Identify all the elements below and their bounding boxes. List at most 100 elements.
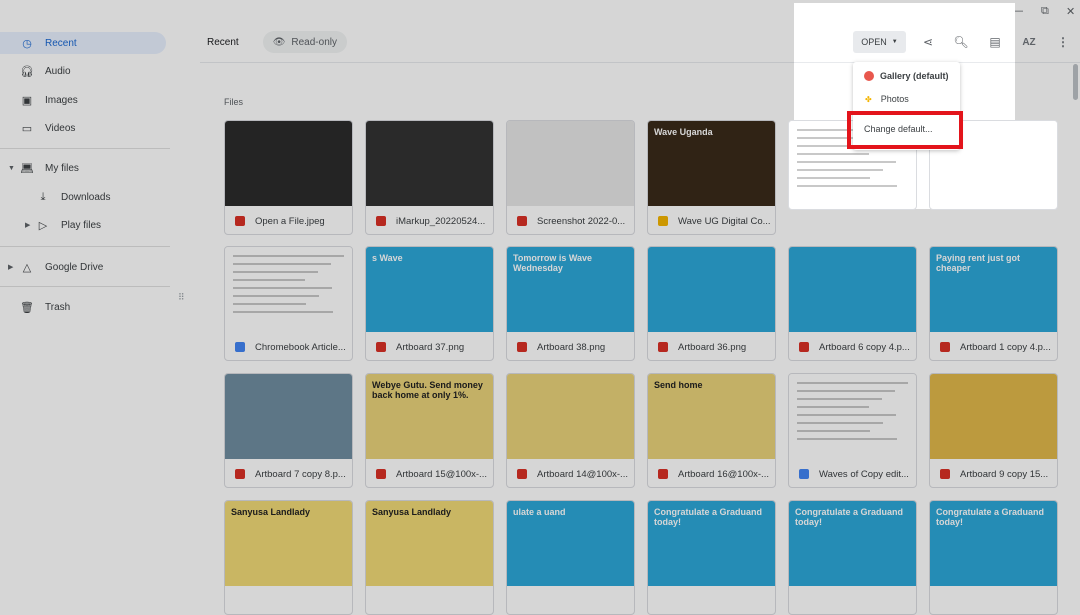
file-card[interactable]: Artboard 14@100x-... (506, 373, 635, 488)
file-card[interactable]: iMarkup_20220524... (365, 120, 494, 235)
caret-right-icon[interactable]: ▶ (8, 263, 13, 271)
file-thumbnail (225, 121, 352, 206)
file-thumbnail (507, 374, 634, 459)
file-label: Artboard 36.png (648, 332, 775, 360)
file-card[interactable]: Artboard 6 copy 4.p... (788, 246, 917, 361)
file-thumbnail (789, 374, 916, 459)
image-file-icon (376, 216, 386, 226)
file-label: iMarkup_20220524... (366, 206, 493, 234)
image-file-icon (658, 469, 668, 479)
thumbnail-caption: s Wave (372, 253, 403, 263)
caret-right-icon[interactable]: ▶ (25, 221, 30, 229)
doc-file-icon (235, 342, 245, 352)
doc-line (797, 153, 869, 155)
doc-line (797, 406, 869, 408)
doc-line (233, 255, 344, 257)
open-button[interactable]: OPEN ▼ (853, 31, 906, 53)
file-card[interactable]: Wave Uganda Wave UG Digital Co... (647, 120, 776, 235)
divider (0, 246, 170, 247)
file-card[interactable]: Tomorrow is Wave Wednesday Artboard 38.pn… (506, 246, 635, 361)
doc-line (797, 422, 883, 424)
file-name: Chromebook Article... (255, 341, 346, 353)
file-thumbnail: Congratulate a Graduand today! (648, 501, 775, 586)
image-file-icon (376, 469, 386, 479)
thumbnail-caption: Paying rent just got cheaper (936, 253, 1021, 273)
image-icon: ▣ (21, 94, 33, 107)
file-card[interactable]: Congratulate a Graduand today! (647, 500, 776, 615)
file-card[interactable]: Screenshot 2022-0... (506, 120, 635, 235)
file-label: Artboard 15@100x-... (366, 459, 493, 487)
share-icon[interactable]: ⋖ (918, 31, 938, 53)
file-name: Artboard 38.png (537, 341, 606, 353)
file-card[interactable]: Artboard 9 copy 15... (929, 373, 1058, 488)
grid-view-icon[interactable]: ▤ (985, 31, 1005, 53)
more-icon[interactable]: ⋮ (1053, 31, 1073, 53)
file-name: Open a File.jpeg (255, 215, 325, 227)
file-label: Artboard 37.png (366, 332, 493, 360)
doc-line (797, 177, 870, 179)
file-card[interactable]: Sanyusa Landlady (224, 500, 353, 615)
eye-icon: 👁︎ (272, 36, 286, 48)
file-card[interactable]: Chromebook Article... (224, 246, 353, 361)
slides-file-icon (658, 216, 668, 226)
file-thumbnail: Send home (648, 374, 775, 459)
thumbnail-caption: Webye Gutu. Send money back home at only… (372, 380, 483, 400)
sort-icon[interactable]: AZ (1019, 31, 1039, 53)
doc-line (233, 263, 331, 265)
file-thumbnail (225, 374, 352, 459)
file-card[interactable]: Artboard 7 copy 8.p... (224, 373, 353, 488)
file-card[interactable]: Sanyusa Landlady (365, 500, 494, 615)
file-thumbnail (648, 247, 775, 332)
image-file-icon (376, 342, 386, 352)
thumbnail-caption: Congratulate a Graduand today! (936, 507, 1045, 527)
image-file-icon (940, 342, 950, 352)
file-label: Artboard 14@100x-... (507, 459, 634, 487)
video-icon: ▭ (21, 122, 33, 135)
file-card[interactable]: Waves of Copy edit... (788, 373, 917, 488)
resize-handle[interactable]: ⠿ (178, 292, 185, 303)
photos-icon: ✤ (865, 94, 872, 104)
file-thumbnail (366, 121, 493, 206)
file-card[interactable]: Congratulate a Graduand today! (788, 500, 917, 615)
file-name: Artboard 14@100x-... (537, 468, 628, 480)
file-card[interactable]: Webye Gutu. Send money back home at only… (365, 373, 494, 488)
file-card[interactable]: Congratulate a Graduand today! (929, 500, 1058, 615)
file-card[interactable]: Paying rent just got cheaper Artboard 1 c… (929, 246, 1058, 361)
file-label: Open a File.jpeg (225, 206, 352, 234)
file-name: Waves of Copy edit... (819, 468, 909, 480)
image-file-icon (517, 342, 527, 352)
read-only-badge: 👁︎ Read-only (262, 31, 347, 53)
sidebar-item-recent[interactable]: ◷ Recent (0, 32, 166, 54)
menu-item-photos[interactable]: ✤ Photos (853, 88, 960, 110)
thumbnail-caption: Congratulate a Graduand today! (795, 507, 904, 527)
scrollbar[interactable] (1073, 64, 1078, 100)
menu-item-gallery[interactable]: Gallery (default) (853, 65, 960, 87)
file-label: Chromebook Article... (225, 332, 352, 360)
doc-line (797, 161, 896, 163)
close-icon[interactable]: ✕ (1066, 5, 1075, 18)
file-label: Artboard 7 copy 8.p... (225, 459, 352, 487)
thumbnail-caption: Congratulate a Graduand today! (654, 507, 763, 527)
file-thumbnail (930, 374, 1057, 459)
doc-line (797, 185, 897, 187)
file-thumbnail: Tomorrow is Wave Wednesday (507, 247, 634, 332)
search-icon[interactable]: 🔍︎ (951, 31, 971, 53)
file-card[interactable]: Open a File.jpeg (224, 120, 353, 235)
caret-down-icon[interactable]: ▼ (8, 165, 15, 172)
restore-icon[interactable]: ⧉ (1041, 5, 1049, 18)
file-thumbnail: Sanyusa Landlady (366, 501, 493, 586)
file-card[interactable]: s Wave Artboard 37.png (365, 246, 494, 361)
file-card[interactable]: Artboard 36.png (647, 246, 776, 361)
file-thumbnail: Wave Uganda (648, 121, 775, 206)
doc-line (797, 414, 896, 416)
doc-line (797, 438, 897, 440)
doc-line (233, 303, 306, 305)
page-title: Recent (207, 36, 239, 48)
file-card[interactable]: ulate a uand (506, 500, 635, 615)
file-card[interactable]: Send home Artboard 16@100x-... (647, 373, 776, 488)
doc-line (233, 311, 333, 313)
file-label: Artboard 38.png (507, 332, 634, 360)
file-thumbnail: s Wave (366, 247, 493, 332)
doc-file-icon (799, 469, 809, 479)
file-thumbnail: Congratulate a Graduand today! (930, 501, 1057, 586)
